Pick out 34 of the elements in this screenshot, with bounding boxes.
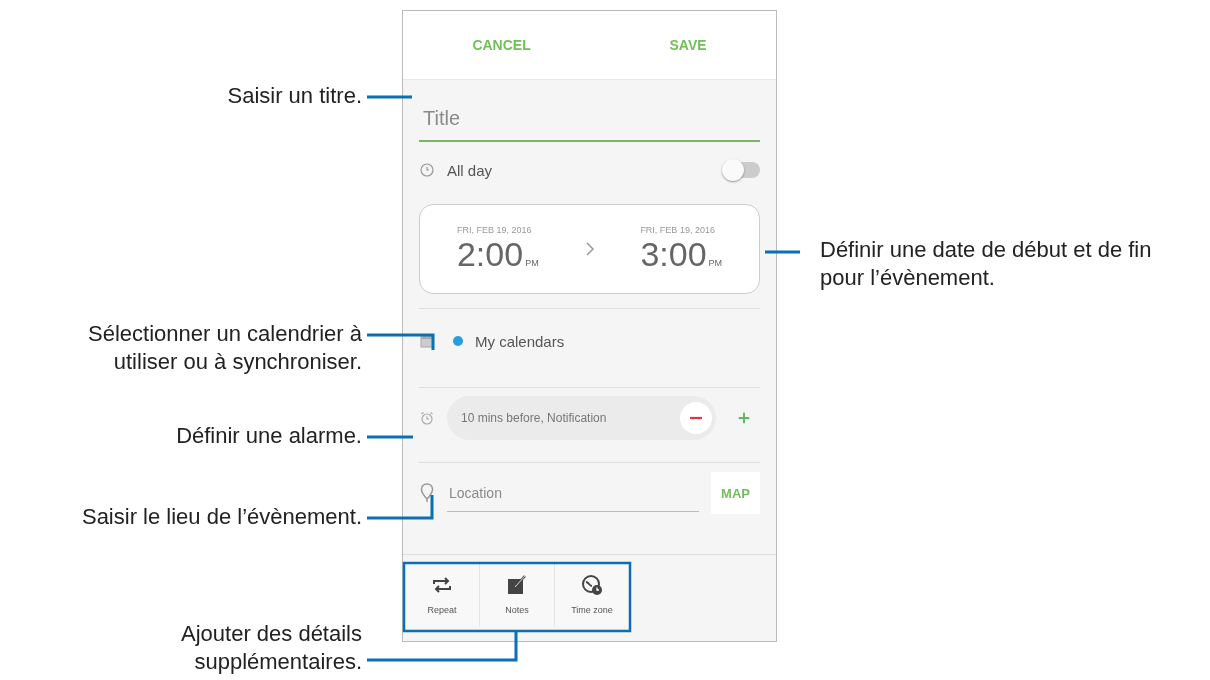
- end-meridiem: PM: [708, 257, 723, 268]
- leader-line: [765, 250, 800, 254]
- alarm-chip[interactable]: 10 mins before, Notification: [447, 396, 716, 440]
- start-meridiem: PM: [525, 257, 539, 268]
- all-day-label: All day: [447, 161, 494, 179]
- start-time: 2:00: [456, 234, 524, 274]
- leader-line: [367, 333, 435, 350]
- chevron-icon: [584, 241, 595, 257]
- location-pin-icon: [419, 483, 435, 503]
- all-day-toggle[interactable]: [724, 162, 760, 178]
- start-date: FRI, FEB 19, 2016: [456, 224, 533, 235]
- callout-text: Saisir le lieu de l’évènement.: [80, 503, 362, 531]
- callout-text: Définir une date de début et de fin pour l’évènement.: [820, 236, 1153, 292]
- end-date: FRI, FEB 19, 2016: [640, 224, 716, 235]
- callout-text: Ajouter des détails supplémentaires.: [180, 620, 362, 676]
- callout-text: Définir une alarme.: [175, 422, 362, 450]
- clock-icon: [419, 162, 435, 178]
- date-time-card[interactable]: FRI, FEB 19, 2016 2:00 PM FRI, FEB 19, 2016 3:00 PM: [419, 204, 760, 294]
- leader-line: [367, 435, 413, 439]
- leader-line: [367, 495, 434, 520]
- end-time: 3:00: [640, 234, 707, 274]
- leader-line: [367, 95, 412, 99]
- plus-icon: [737, 411, 751, 425]
- callout-text: Sélectionner un calendrier à utiliser ou à synchroniser.: [87, 320, 362, 376]
- location-field[interactable]: Location: [447, 474, 700, 512]
- remove-button[interactable]: [680, 402, 712, 434]
- calendar-dot: [453, 336, 463, 346]
- title-field[interactable]: Title: [419, 96, 760, 142]
- note-edit-icon: [505, 573, 529, 597]
- globe-clock-icon: [580, 573, 604, 597]
- callout-text: Saisir un titre.: [226, 82, 362, 110]
- calendar-name[interactable]: My calendars: [475, 332, 760, 350]
- alarm-clock-icon: [419, 410, 435, 426]
- alarm-text: 10 mins before, Notification: [461, 411, 608, 425]
